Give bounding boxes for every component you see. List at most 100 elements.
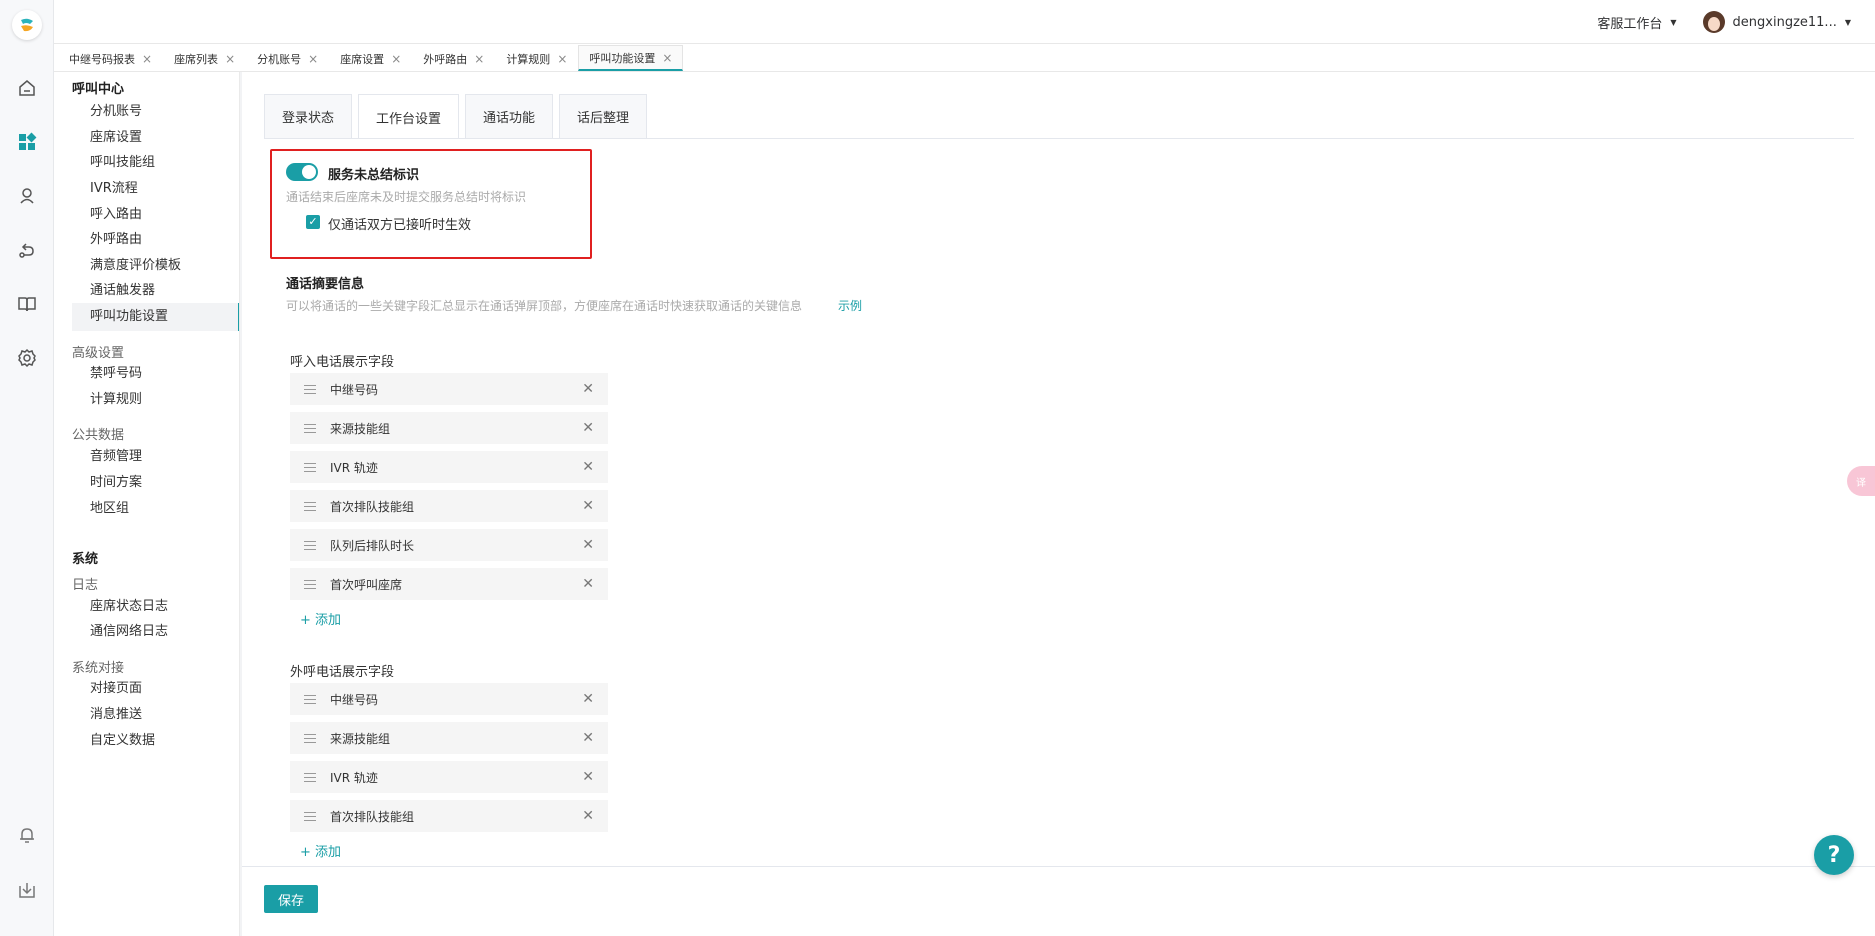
sidebar-item-agent-status-log[interactable]: 座席状态日志 [72, 593, 239, 621]
remove-icon[interactable]: ✕ [582, 381, 594, 397]
add-outbound-field-button[interactable]: + 添加 [290, 839, 1850, 866]
remove-icon[interactable]: ✕ [582, 576, 594, 592]
sidebar-item-satisfaction[interactable]: 满意度评价模板 [72, 252, 239, 280]
remove-icon[interactable]: ✕ [582, 537, 594, 553]
subtab-call-functions[interactable]: 通话功能 [465, 94, 554, 138]
field-item: 队列后排队时长 ✕ [290, 529, 608, 561]
tab-outbound-route[interactable]: 外呼路由 × [412, 45, 495, 71]
sidebar-item-region-group[interactable]: 地区组 [72, 495, 239, 523]
translate-icon[interactable]: 译 [1847, 466, 1875, 496]
sidebar-item-audio[interactable]: 音频管理 [72, 443, 239, 471]
tab-calc-rules[interactable]: 计算规则 × [495, 45, 578, 71]
subtab-workbench-settings[interactable]: 工作台设置 [358, 94, 460, 139]
agent-icon[interactable] [15, 184, 39, 208]
drag-handle-icon[interactable] [304, 733, 318, 743]
book-icon[interactable] [15, 292, 39, 316]
subtab-login-status[interactable]: 登录状态 [264, 94, 353, 138]
remove-icon[interactable]: ✕ [582, 498, 594, 514]
avatar [1702, 11, 1725, 33]
unsummarized-toggle[interactable] [286, 163, 318, 181]
sidebar-group-call-center: 呼叫中心 [72, 82, 125, 97]
remove-icon[interactable]: ✕ [582, 769, 594, 785]
outbound-fields-section: 外呼电话展示字段 中继号码 ✕ 来源技能组 ✕ IVR 轨迹 ✕ 首次排队技能组 ✕ +… [290, 661, 1850, 866]
tab-label: 计算规则 [506, 52, 551, 66]
sidebar-item-time-plan[interactable]: 时间方案 [72, 469, 239, 497]
caret-down-icon: ▼ [1844, 17, 1851, 27]
drag-handle-icon[interactable] [304, 423, 318, 433]
summary-desc: 可以将通话的一些关键字段汇总显示在通话弹屏顶部，方便座席在通话时快速获取通话的关… [286, 299, 803, 313]
remove-icon[interactable]: ✕ [582, 420, 594, 436]
drag-handle-icon[interactable] [304, 811, 318, 821]
remove-icon[interactable]: ✕ [582, 730, 594, 746]
field-label: 中继号码 [330, 692, 379, 707]
close-icon[interactable]: × [391, 52, 401, 66]
logo-icon [21, 18, 33, 32]
close-icon[interactable]: × [662, 51, 672, 65]
field-label: 来源技能组 [330, 421, 391, 436]
close-icon[interactable]: × [308, 52, 318, 66]
sidebar-item-agent-settings[interactable]: 座席设置 [72, 124, 239, 152]
download-icon[interactable] [15, 878, 39, 902]
dashboard-icon[interactable] [15, 130, 39, 154]
outbound-fields-label: 外呼电话展示字段 [290, 665, 395, 680]
drag-handle-icon[interactable] [304, 579, 318, 589]
sidebar-item-blocked-numbers[interactable]: 禁呼号码 [72, 360, 239, 388]
tab-call-function-settings[interactable]: 呼叫功能设置 × [578, 45, 684, 71]
close-icon[interactable]: × [557, 52, 567, 66]
plus-icon: + [300, 613, 316, 628]
help-icon[interactable]: ? [1814, 835, 1854, 875]
remove-icon[interactable]: ✕ [582, 808, 594, 824]
sidebar-item-custom-data[interactable]: 自定义数据 [72, 727, 239, 755]
caret-down-icon: ▼ [1670, 17, 1677, 27]
sidebar-item-ivr[interactable]: IVR流程 [72, 175, 239, 203]
close-icon[interactable]: × [474, 52, 484, 66]
tab-agent-list[interactable]: 座席列表 × [163, 45, 246, 71]
settings-icon[interactable] [15, 346, 39, 370]
sidebar-subgroup-advanced: 高级设置 [72, 346, 125, 361]
drag-handle-icon[interactable] [304, 501, 318, 511]
sidebar-item-integration-page[interactable]: 对接页面 [72, 675, 239, 703]
tab-trunk-report[interactable]: 中继号码报表 × [58, 45, 163, 71]
sidebar-item-network-log[interactable]: 通信网络日志 [72, 618, 239, 646]
subtab-after-call[interactable]: 话后整理 [559, 94, 648, 138]
sidebar-item-call-function-settings[interactable]: 呼叫功能设置 [72, 303, 239, 331]
field-label: 首次排队技能组 [330, 809, 415, 824]
sidebar-subgroup-log: 日志 [72, 578, 99, 593]
summary-title: 通话摘要信息 [286, 277, 365, 292]
drag-handle-icon[interactable] [304, 694, 318, 704]
workspace-dropdown[interactable]: 客服工作台 ▼ [1597, 13, 1676, 32]
drag-handle-icon[interactable] [304, 772, 318, 782]
inbound-fields-label: 呼入电话展示字段 [290, 355, 395, 370]
sidebar-item-inbound-route[interactable]: 呼入路由 [72, 201, 239, 229]
remove-icon[interactable]: ✕ [582, 691, 594, 707]
home-icon[interactable] [15, 76, 39, 100]
top-header: 客服工作台 ▼ dengxingze11... ▼ [54, 0, 1875, 44]
sidebar-item-message-push[interactable]: 消息推送 [72, 701, 239, 729]
main-content: 登录状态 工作台设置 通话功能 话后整理 服务未总结标识 通话结束后座席未及时提… [242, 72, 1875, 936]
sidebar-item-call-trigger[interactable]: 通话触发器 [72, 277, 239, 305]
save-button[interactable]: 保存 [264, 885, 318, 913]
example-link[interactable]: 示例 [838, 297, 862, 314]
tab-agent-settings[interactable]: 座席设置 × [329, 45, 412, 71]
drag-handle-icon[interactable] [304, 462, 318, 472]
app-logo[interactable] [12, 10, 42, 40]
close-icon[interactable]: × [142, 52, 152, 66]
add-label: 添加 [315, 845, 342, 860]
settings-panel: 服务未总结标识 通话结束后座席未及时提交服务总结时将标识 ✓ 仅通话双方已接听时… [264, 138, 1854, 866]
bell-icon[interactable] [15, 823, 39, 847]
sidebar-item-skill-group[interactable]: 呼叫技能组 [72, 149, 239, 177]
user-menu[interactable]: dengxingze11... ▼ [1702, 11, 1851, 33]
add-inbound-field-button[interactable]: + 添加 [290, 607, 1850, 635]
sidebar-item-calc-rules[interactable]: 计算规则 [72, 386, 239, 414]
tab-extension[interactable]: 分机账号 × [246, 45, 329, 71]
field-label: IVR 轨迹 [330, 460, 378, 475]
remove-icon[interactable]: ✕ [582, 459, 594, 475]
answered-only-checkbox[interactable]: ✓ [306, 215, 320, 229]
field-item: 中继号码 ✕ [290, 683, 608, 715]
drag-handle-icon[interactable] [304, 540, 318, 550]
route-icon[interactable] [15, 238, 39, 262]
drag-handle-icon[interactable] [304, 384, 318, 394]
sidebar-item-outbound-route[interactable]: 外呼路由 [72, 226, 239, 254]
close-icon[interactable]: × [225, 52, 235, 66]
sidebar-item-extension[interactable]: 分机账号 [72, 98, 239, 126]
